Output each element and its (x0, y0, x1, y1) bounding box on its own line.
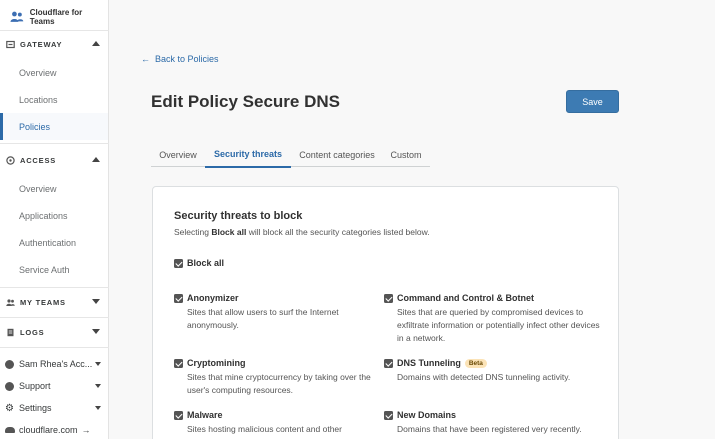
account-menu[interactable]: Sam Rhea's Acc... (0, 353, 108, 375)
subtitle-emphasis: Block all (211, 227, 247, 237)
page-title-prefix: Edit Policy (151, 92, 238, 111)
support-label: Support (19, 381, 51, 391)
account-icon (5, 359, 14, 369)
chevron-down-icon (95, 384, 101, 388)
cloud-icon (5, 427, 15, 433)
card-title: Security threats to block (174, 210, 303, 222)
account-name: Sam Rhea's Acc... (19, 359, 93, 369)
tab-security-threats[interactable]: Security threats (205, 142, 291, 168)
logs-icon (6, 328, 15, 337)
sidebar-item-gateway-overview[interactable]: Overview (0, 59, 108, 86)
gateway-icon (6, 40, 15, 49)
sidebar-section-access[interactable]: ACCESS (0, 147, 109, 173)
new-domains-label[interactable]: New Domains (397, 410, 456, 420)
chevron-down-icon (95, 362, 101, 366)
sidebar-item-service-auth[interactable]: Service Auth (0, 256, 108, 283)
block-all-label[interactable]: Block all (187, 258, 224, 268)
cryptomining-description: Sites that mine cryptocurrency by taking… (187, 372, 371, 395)
settings-label: Settings (18, 403, 52, 413)
tab-content-categories[interactable]: Content categories (291, 142, 383, 167)
command-control-botnet-description: Sites that are queried by compromised de… (397, 307, 600, 343)
sidebar-item-access-overview[interactable]: Overview (0, 175, 108, 202)
dns-tunneling-text: DNS Tunneling (397, 358, 461, 368)
brand-name: Cloudflare for Teams (29, 8, 83, 26)
team-logo-icon (10, 11, 24, 22)
settings-menu[interactable]: ⚙ Settings (0, 397, 108, 419)
malware-checkbox[interactable] (174, 411, 183, 420)
command-control-botnet-checkbox[interactable] (384, 294, 393, 303)
access-icon (6, 155, 15, 165)
dns-tunneling-description: Domains with detected DNS tunneling acti… (397, 372, 571, 382)
gear-icon: ⚙ (5, 402, 14, 414)
anonymizer-checkbox[interactable] (174, 294, 183, 303)
cloudflare-link[interactable]: cloudflare.com → (0, 419, 108, 439)
chevron-down-icon (92, 329, 100, 334)
security-threats-card: Security threats to block Selecting Bloc… (152, 186, 619, 439)
sidebar-section-label: ACCESS (20, 155, 57, 165)
tab-overview[interactable]: Overview (151, 142, 205, 167)
help-icon (5, 381, 14, 391)
policy-tabs: Overview Security threats Content catego… (151, 142, 430, 168)
sidebar-section-my-teams[interactable]: MY TEAMS (0, 289, 109, 315)
malware-description: Sites hosting malicious content and othe… (187, 424, 342, 434)
tab-custom[interactable]: Custom (383, 142, 429, 167)
back-to-policies-link[interactable]: ← Back to Policies (141, 54, 219, 64)
anonymizer-label[interactable]: Anonymizer (187, 293, 239, 303)
cryptomining-label[interactable]: Cryptomining (187, 358, 246, 368)
sidebar-item-locations[interactable]: Locations (0, 86, 108, 113)
subtitle-text: will block all the security categories l… (248, 227, 430, 237)
sidebar: Cloudflare for Teams GATEWAY Overview Lo… (0, 0, 109, 439)
divider (0, 143, 109, 144)
chevron-up-icon (92, 157, 100, 162)
sidebar-section-label: LOGS (20, 327, 45, 337)
chevron-up-icon (92, 41, 100, 46)
divider (0, 347, 109, 348)
page-title: Edit Policy Secure DNS (151, 92, 340, 112)
divider (0, 317, 109, 318)
arrow-right-icon: → (81, 425, 91, 435)
users-icon (6, 298, 15, 307)
command-control-botnet-label[interactable]: Command and Control & Botnet (397, 293, 534, 303)
block-all-checkbox[interactable] (174, 259, 183, 268)
sidebar-section-gateway[interactable]: GATEWAY (0, 31, 109, 57)
new-domains-description: Domains that have been registered very r… (397, 424, 582, 434)
cloudflare-link-label: cloudflare.com (19, 425, 78, 435)
anonymizer-description: Sites that allow users to surf the Inter… (187, 307, 339, 330)
cryptomining-checkbox[interactable] (174, 359, 183, 368)
policy-name: Secure DNS (242, 92, 340, 111)
divider (0, 287, 109, 288)
dns-tunneling-checkbox[interactable] (384, 359, 393, 368)
subtitle-text: Selecting (174, 227, 209, 237)
brand[interactable]: Cloudflare for Teams (10, 8, 108, 26)
sidebar-section-logs[interactable]: LOGS (0, 319, 109, 345)
sidebar-item-applications[interactable]: Applications (0, 202, 108, 229)
chevron-down-icon (95, 406, 101, 410)
chevron-down-icon (92, 299, 100, 304)
sidebar-item-authentication[interactable]: Authentication (0, 229, 108, 256)
beta-badge: Beta (464, 359, 487, 368)
arrow-left-icon: ← (141, 54, 150, 64)
save-button[interactable]: Save (566, 90, 619, 113)
sidebar-section-label: GATEWAY (20, 39, 63, 49)
support-menu[interactable]: Support (0, 375, 108, 397)
sidebar-section-label: MY TEAMS (20, 297, 66, 307)
card-subtitle: Selecting Block all will block all the s… (174, 227, 430, 237)
back-link-label: Back to Policies (155, 54, 219, 64)
new-domains-checkbox[interactable] (384, 411, 393, 420)
sidebar-item-policies[interactable]: Policies (0, 113, 108, 140)
dns-tunneling-label[interactable]: DNS Tunneling Beta (397, 358, 487, 368)
malware-label[interactable]: Malware (187, 410, 223, 420)
